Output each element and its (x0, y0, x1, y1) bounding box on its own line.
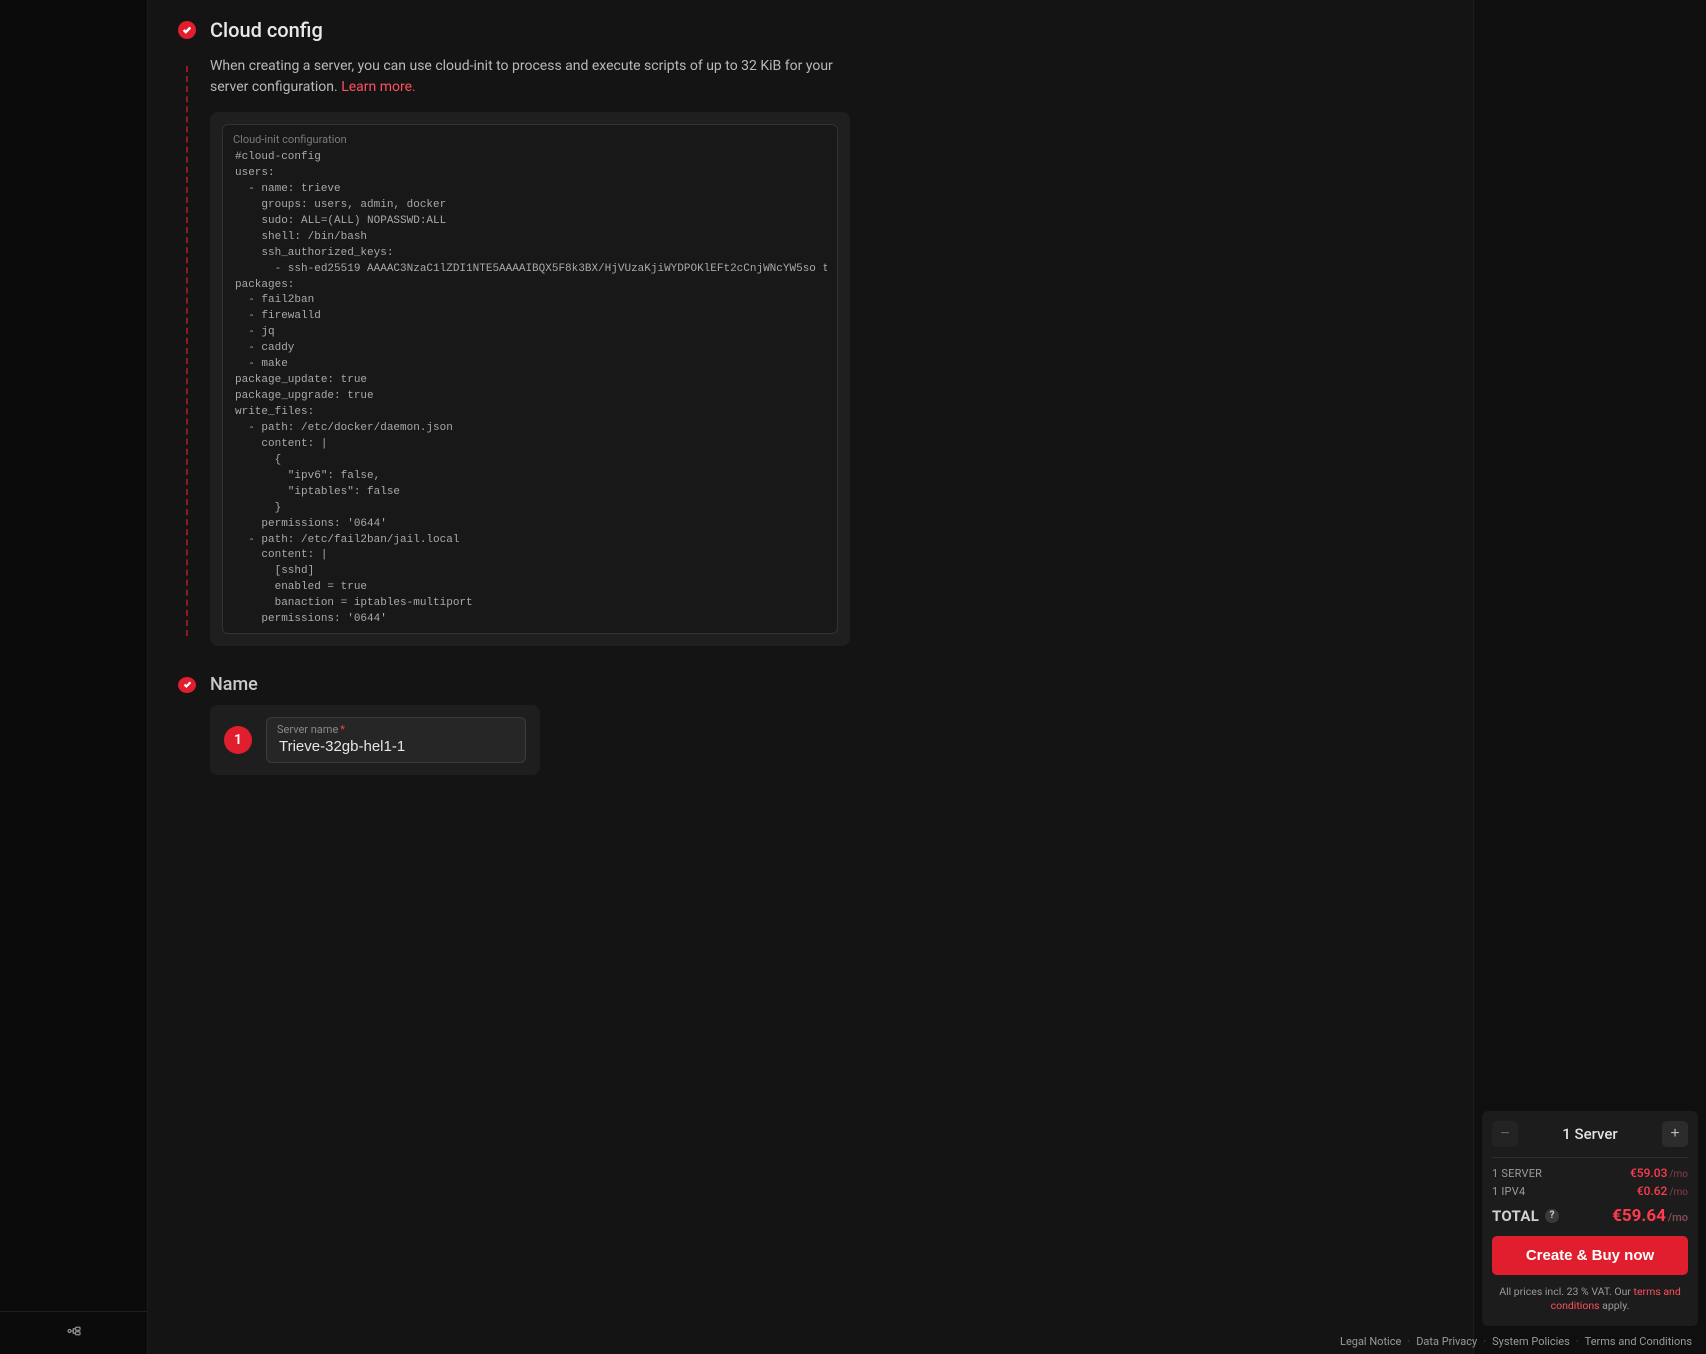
left-nav-rail (0, 0, 147, 1354)
price-row: 1 SERVER €59.03/mo (1492, 1166, 1688, 1180)
field-label: Server name* (277, 723, 515, 736)
section-header: Name (178, 646, 1443, 705)
order-summary: − 1 Server + 1 SERVER €59.03/mo 1 IPV4 €… (1482, 1111, 1698, 1326)
index-badge: 1 (224, 726, 252, 754)
total-label: TOTAL ? (1492, 1207, 1559, 1225)
cloud-init-textarea[interactable] (233, 148, 827, 623)
price-row: 1 IPV4 €0.62/mo (1492, 1184, 1688, 1198)
main-scroll[interactable]: Cloud config When creating a server, you… (148, 0, 1473, 1354)
cloud-config-description: When creating a server, you can use clou… (210, 56, 850, 98)
help-icon[interactable]: ? (1545, 1209, 1559, 1223)
check-icon (178, 21, 196, 39)
footer-link[interactable]: Data Privacy (1416, 1335, 1477, 1348)
check-icon (178, 677, 196, 693)
desc-text: When creating a server, you can use clou… (210, 58, 833, 95)
main-panel: Cloud config When creating a server, you… (147, 0, 1474, 1354)
server-name-input[interactable] (277, 737, 515, 756)
total-row: TOTAL ? €59.64/mo (1492, 1206, 1688, 1226)
qty-decrement-button[interactable]: − (1492, 1121, 1518, 1147)
code-card: Cloud-init configuration (210, 112, 850, 646)
cloud-config-section: Cloud config When creating a server, you… (148, 0, 1473, 646)
total-value: €59.64 (1612, 1206, 1666, 1226)
section-header: Cloud config (178, 0, 1443, 48)
price-value: €0.62 (1637, 1184, 1668, 1198)
vat-note: All prices incl. 23 % VAT. Our terms and… (1492, 1285, 1688, 1314)
right-column: − 1 Server + 1 SERVER €59.03/mo 1 IPV4 €… (1474, 0, 1706, 1354)
server-name-field[interactable]: Server name* (266, 717, 526, 763)
server-name-card: 1 Server name* (210, 705, 540, 775)
price-value: €59.03 (1630, 1166, 1667, 1180)
footer-link[interactable]: Legal Notice (1340, 1335, 1401, 1348)
section-title: Cloud config (210, 18, 323, 42)
price-period: /mo (1669, 1187, 1688, 1198)
quantity-row: − 1 Server + (1492, 1121, 1688, 1147)
footer-link[interactable]: System Policies (1492, 1335, 1570, 1348)
qty-increment-button[interactable]: + (1662, 1121, 1688, 1147)
total-period: /mo (1668, 1211, 1688, 1224)
name-section: Name 1 Server name* (148, 646, 1473, 775)
price-rows: 1 SERVER €59.03/mo 1 IPV4 €0.62/mo TOTAL… (1492, 1157, 1688, 1226)
learn-more-link[interactable]: Learn more. (341, 79, 416, 95)
quantity-label: 1 Server (1562, 1125, 1618, 1143)
network-icon (65, 1322, 83, 1344)
price-label: 1 IPV4 (1492, 1185, 1525, 1198)
price-period: /mo (1669, 1169, 1688, 1180)
code-label: Cloud-init configuration (233, 133, 827, 146)
section-title: Name (210, 674, 258, 695)
create-buy-button[interactable]: Create & Buy now (1492, 1236, 1688, 1275)
price-label: 1 SERVER (1492, 1167, 1542, 1180)
code-inner: Cloud-init configuration (222, 124, 838, 634)
rail-bottom-item[interactable] (0, 1311, 147, 1354)
footer-links: Legal Notice· Data Privacy· System Polic… (1340, 1335, 1692, 1348)
footer-link[interactable]: Terms and Conditions (1585, 1335, 1692, 1348)
